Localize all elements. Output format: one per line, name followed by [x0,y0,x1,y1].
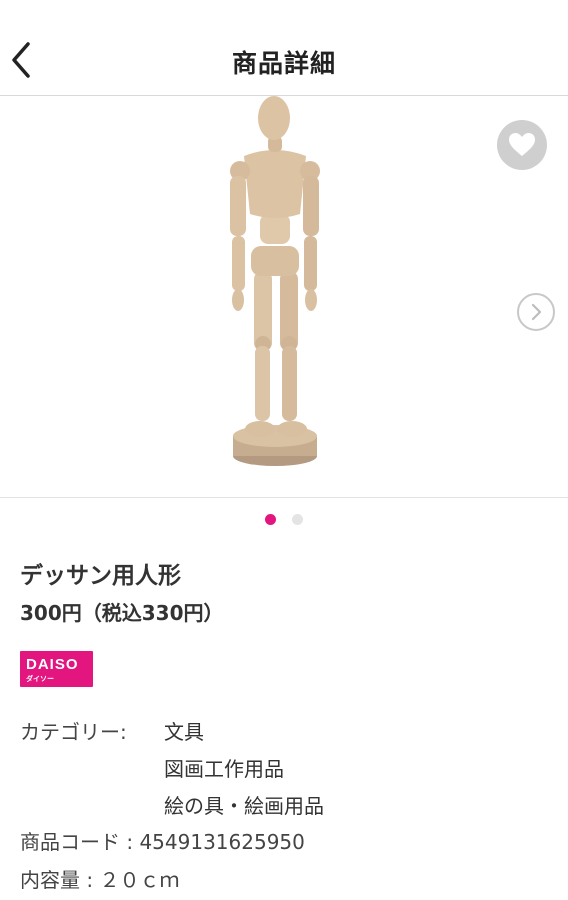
category-value[interactable]: 図画工作用品 [164,753,284,782]
page-title: 商品詳細 [231,49,336,78]
image-pagination [0,514,568,526]
category-label: カテゴリー: [20,720,127,744]
product-image-gallery[interactable] [0,96,568,498]
product-code-label: 商品コード : [20,830,140,854]
content-amount-value: ２０ｃｍ [99,868,180,892]
product-name: デッサン用人形 [20,563,181,589]
content-amount-row: 内容量 : ２０ｃｍ [20,864,179,893]
category-value[interactable]: 絵の具・絵画用品 [164,790,324,819]
brand-logo-text: DAISO [26,656,79,673]
next-image-button[interactable] [517,293,555,331]
product-price: 300円（税込330円） [20,601,224,625]
category-value[interactable]: 文具 [164,716,204,745]
product-code-value: 4549131625950 [139,830,305,854]
pagination-dot[interactable] [292,514,303,525]
product-image [230,96,320,466]
content-amount-label: 内容量 : [20,868,100,892]
product-code-row: 商品コード : 4549131625950 [20,826,305,855]
chevron-right-icon [531,303,542,321]
header-bar: 商品詳細 [0,0,568,96]
heart-icon [509,133,535,156]
pagination-dot-active[interactable] [265,514,276,525]
brand-logo-subtext: ダイソー [26,675,54,683]
daiso-brand-logo[interactable]: DAISO ダイソー [20,651,93,687]
favorite-button[interactable] [497,120,547,170]
